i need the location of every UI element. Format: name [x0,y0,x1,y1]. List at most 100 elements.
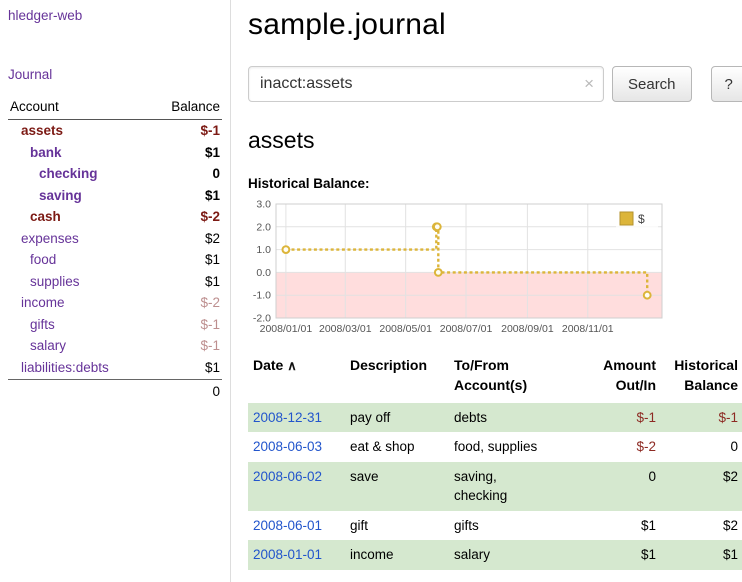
account-balance: $-1 [149,120,222,142]
register-description: pay off [345,403,449,433]
account-link[interactable]: checking [39,166,98,181]
search-bar: × Search ? [248,66,742,102]
accounts-header-balance: Balance [149,97,222,120]
page-title: sample.journal [248,8,742,42]
register-balance: $1 [661,540,742,570]
register-description: eat & shop [345,432,449,462]
register-row: 2008-06-01 giftgifts$1$2 [248,511,742,541]
register-accounts: food, supplies [449,432,585,462]
register-accounts: salary [449,540,585,570]
register-accounts: debts [449,403,585,433]
svg-text:2008/07/01: 2008/07/01 [440,323,493,335]
search-input[interactable] [248,66,604,102]
svg-text:2.0: 2.0 [256,221,271,233]
help-button[interactable]: ? [711,66,742,102]
account-link[interactable]: gifts [30,317,55,332]
account-row: liabilities:debts $1 [8,357,222,379]
register-body: 2008-12-31pay offdebts$-1$-12008-06-03ea… [248,403,742,570]
account-row: expenses $2 [8,228,222,250]
sort-asc-icon: ∧ [287,358,297,373]
svg-text:2008/05/01: 2008/05/01 [379,323,432,335]
svg-text:2008/01/01: 2008/01/01 [260,323,313,335]
app-title-link[interactable]: hledger-web [8,8,82,23]
account-balance: $-2 [149,292,222,314]
register-amount: $-2 [585,432,661,462]
account-row: assets $-1 [8,120,222,142]
register-date-link[interactable]: 2008-06-02 [253,469,322,484]
sidebar: hledger-web Journal Account Balance asse… [0,0,231,582]
account-balance: $-1 [149,314,222,336]
register-amount: $-1 [585,403,661,433]
register-description: save [345,462,449,511]
account-row: cash$-2 [8,206,222,228]
account-link[interactable]: assets [21,123,63,138]
register-header-balance: Historical Balance [661,353,742,403]
account-balance: $2 [149,228,222,250]
account-row: food $1 [8,249,222,271]
clear-search-icon[interactable]: × [584,75,594,92]
account-link[interactable]: income [21,295,65,310]
svg-text:0.0: 0.0 [256,267,271,279]
account-link[interactable]: food [30,252,56,267]
accounts-body: assets$-1bank$1checking0saving$1cash$-2e… [8,120,222,380]
register-description: income [345,540,449,570]
account-row: income $-2 [8,292,222,314]
register-amount: $1 [585,540,661,570]
register-date-link[interactable]: 2008-12-31 [253,410,322,425]
svg-text:2008/03/01: 2008/03/01 [319,323,372,335]
account-link[interactable]: saving [39,188,82,203]
register-balance: $-1 [661,403,742,433]
register-date-link[interactable]: 2008-06-01 [253,518,322,533]
account-row: salary $-1 [8,335,222,357]
app-window: hledger-web Journal Account Balance asse… [0,0,742,582]
account-link[interactable]: cash [30,209,61,224]
account-link[interactable]: supplies [30,274,80,289]
account-balance: $1 [149,185,222,207]
register-balance: $2 [661,511,742,541]
svg-text:2008/09/01: 2008/09/01 [501,323,554,335]
balance-chart-svg: 3.02.01.00.0-1.0-2.02008/01/012008/03/01… [248,199,666,341]
account-balance: $1 [149,357,222,379]
legend-label: $ [638,212,645,226]
register-amount: 0 [585,462,661,511]
register-amount: $1 [585,511,661,541]
account-balance: $1 [149,249,222,271]
account-balance: $-1 [149,335,222,357]
register-row: 2008-12-31pay offdebts$-1$-1 [248,403,742,433]
svg-text:1.0: 1.0 [256,244,271,256]
chart-title: Historical Balance: [248,176,742,191]
account-row: gifts $-1 [8,314,222,336]
main-content: sample.journal × Search ? assets Histori… [231,0,742,582]
register-header-description: Description [345,353,449,403]
account-link[interactable]: expenses [21,231,79,246]
sort-by-date-link[interactable]: Date ∧ [253,357,297,373]
svg-text:-1.0: -1.0 [253,290,271,302]
register-row: 2008-06-02savesaving, checking0$2 [248,462,742,511]
svg-text:3.0: 3.0 [256,199,271,211]
register-accounts: gifts [449,511,585,541]
register-header-amount: Amount Out/In [585,353,661,403]
register-description: gift [345,511,449,541]
account-link[interactable]: liabilities:debts [21,360,109,375]
legend-swatch [620,212,633,225]
account-heading: assets [248,127,742,154]
account-row: supplies $1 [8,271,222,293]
balance-chart: 3.02.01.00.0-1.0-2.02008/01/012008/03/01… [248,199,742,341]
register-row: 2008-01-01incomesalary$1$1 [248,540,742,570]
account-row: saving $1 [8,185,222,207]
nav-journal-link[interactable]: Journal [8,67,52,82]
register-date-link[interactable]: 2008-06-03 [253,439,322,454]
register-date-link[interactable]: 2008-01-01 [253,547,322,562]
search-button[interactable]: Search [612,66,692,102]
account-link[interactable]: bank [30,145,62,160]
accounts-total-row: 0 [8,379,222,402]
accounts-header-account: Account [8,97,149,120]
account-balance: $1 [149,142,222,164]
account-balance: $1 [149,271,222,293]
register-table: Date ∧ Description To/From Account(s) Am… [248,353,742,570]
account-row: checking 0 [8,163,222,185]
account-link[interactable]: salary [30,338,66,353]
register-header-date: Date ∧ [248,353,345,403]
account-balance: 0 [149,163,222,185]
account-row: bank $1 [8,142,222,164]
